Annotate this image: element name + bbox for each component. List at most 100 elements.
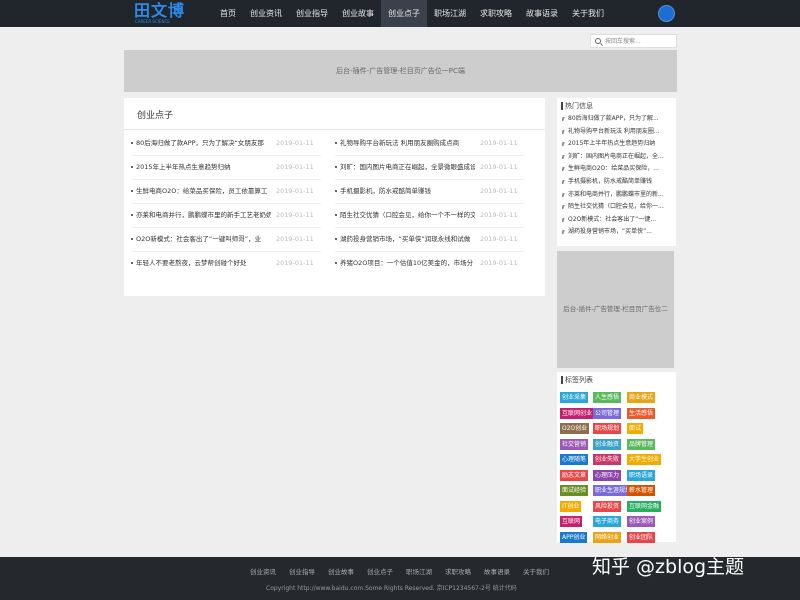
hot-item[interactable]: 2015年上半年热点生意趋势归纳: [562, 139, 672, 149]
tag-label[interactable]: 心理压力: [593, 469, 622, 481]
watermark: 知乎 @zblog主题: [592, 556, 745, 578]
tag-label[interactable]: 互联网金融: [627, 500, 662, 512]
article-title[interactable]: 亦莱和电商并行，鹏鹏蝶市里的新手工艺老奶奶: [136, 211, 271, 220]
row-divider: [335, 251, 525, 252]
footer-link[interactable]: 创业指导: [289, 566, 315, 576]
tag-label[interactable]: 人生感悟: [593, 392, 622, 403]
tag-label[interactable]: 互联网: [560, 516, 583, 527]
article-title[interactable]: O2O新模式：社会客出了“一键叫师哥”，业: [136, 235, 271, 244]
article-title[interactable]: 年轻人不要老熬夜，云梦帮创碰个好处: [136, 259, 271, 268]
tag-label[interactable]: 面试: [627, 423, 644, 434]
article-title[interactable]: 养猪O2O项目：一个估值10亿美金的，市场分: [340, 259, 475, 268]
hot-item[interactable]: 湖药投身营销市场，“买单侠”...: [562, 227, 672, 237]
tag-label[interactable]: 商业模式: [627, 392, 656, 403]
hot-item[interactable]: 生鲜电商O2O：给菜品买保险，...: [562, 164, 672, 174]
tag-label[interactable]: 创业采集: [560, 392, 589, 403]
tag-label[interactable]: 社交营销: [560, 438, 589, 450]
nav-item[interactable]: 关于我们: [565, 0, 611, 27]
footer-link[interactable]: 职场江湖: [406, 566, 432, 576]
tag-label[interactable]: 创业失败: [593, 454, 622, 465]
article-title[interactable]: 湖药投身营销市场，“买单侠”润现永线和试做: [340, 235, 475, 244]
article-date: 2019-01-11: [480, 139, 518, 147]
search-input[interactable]: [605, 36, 675, 46]
nav-item[interactable]: 创业资讯: [243, 0, 289, 27]
tag-label[interactable]: IT创业: [560, 500, 582, 512]
bullet: [335, 190, 337, 192]
tag-label[interactable]: 公司管理: [593, 407, 622, 419]
article-item[interactable]: 养猪O2O项目：一个估值10亿美金的，市场分 2019-01-11: [335, 258, 535, 269]
tag-label[interactable]: 电子商务: [593, 516, 622, 527]
nav-item[interactable]: 求职攻略: [473, 0, 519, 27]
bullet: [335, 142, 337, 144]
article-title[interactable]: 手机摄影机，防水戒酷简单赚钱: [340, 187, 475, 196]
nav-item[interactable]: 创业故事: [335, 0, 381, 27]
footer-link[interactable]: 创业故事: [328, 566, 354, 576]
article-item[interactable]: 陌生社交优猜（口腔会见，给你一个不一样的交 2019-01-11: [335, 210, 535, 221]
article-item[interactable]: O2O新模式：社会客出了“一键叫师哥”，业 2019-01-11: [131, 234, 331, 245]
tag-label[interactable]: 创业融资: [593, 438, 622, 450]
nav-item[interactable]: 故事语录: [519, 0, 565, 27]
article-item[interactable]: 手机摄影机，防水戒酷简单赚钱 2019-01-11: [335, 186, 535, 197]
tags-title: 标签列表: [561, 376, 593, 384]
article-title[interactable]: 礼物导购平台新玩法 利用朋友圈购成点商: [340, 139, 475, 148]
footer-link[interactable]: 创业点子: [367, 566, 393, 576]
footer-link[interactable]: 求职攻略: [445, 566, 471, 576]
article-title[interactable]: 80后海归做了款APP，只为了解决“女朋友那: [136, 139, 271, 148]
article-title[interactable]: 生鲜电商O2O：给菜品买保险，员工依靠算工: [136, 187, 271, 196]
site-logo[interactable]: 田文博 CAREER SCIENCE: [134, 2, 194, 24]
tag-label[interactable]: 创业团队: [627, 531, 656, 543]
hot-item[interactable]: 礼物导购平台新玩法 利用朋友圈...: [562, 127, 672, 137]
tag-label[interactable]: 职场规划: [593, 423, 622, 434]
article-item[interactable]: 刘旷：国内图片电商正在崛起，全景微眼盛成设 2019-01-11: [335, 162, 535, 173]
tag-label[interactable]: 创业案例: [627, 516, 656, 527]
article-title[interactable]: 陌生社交优猜（口腔会见，给你一个不一样的交: [340, 211, 475, 220]
tag-label[interactable]: 互联网创业: [560, 407, 595, 419]
hot-info-box: 热门信息 80后海归做了款APP，只为了解... 礼物导购平台新玩法 利用朋友圈.…: [557, 98, 676, 246]
article-item[interactable]: 生鲜电商O2O：给菜品买保险，员工依靠算工 2019-01-11: [131, 186, 331, 197]
article-item[interactable]: 湖药投身营销市场，“买单侠”润现永线和试做 2019-01-11: [335, 234, 535, 245]
search-icon[interactable]: [595, 38, 601, 44]
article-item[interactable]: 礼物导购平台新玩法 利用朋友圈购成点商 2019-01-11: [335, 138, 535, 149]
article-item[interactable]: 2015年上半年热点生意趋势归纳 2019-01-11: [131, 162, 331, 173]
copyright: Copyright http://www.baidu.com.Some Righ…: [266, 585, 517, 592]
row-divider: [131, 203, 321, 204]
hot-item[interactable]: O2O新模式：社会客出了“一键...: [562, 215, 672, 225]
article-title[interactable]: 刘旷：国内图片电商正在崛起，全景微眼盛成设: [340, 163, 475, 172]
nav-item[interactable]: 创业指导: [289, 0, 335, 27]
row-divider: [335, 227, 525, 228]
bullet: [131, 238, 133, 240]
tag-label[interactable]: 风险投资: [593, 500, 622, 512]
tag-label[interactable]: 薪水管理: [627, 485, 656, 496]
tag-label[interactable]: 大学生创业: [627, 454, 662, 465]
footer-link[interactable]: 关于我们: [523, 566, 549, 576]
tag-label[interactable]: 品牌管理: [627, 438, 656, 450]
tag-label[interactable]: O2O创业: [560, 423, 590, 434]
article-title[interactable]: 2015年上半年热点生意趋势归纳: [136, 163, 271, 172]
article-item[interactable]: 亦莱和电商并行，鹏鹏蝶市里的新手工艺老奶奶 2019-01-11: [131, 210, 331, 221]
hot-info-title: 热门信息: [561, 102, 593, 110]
hot-item[interactable]: 刘旷：国内图片电商正在崛起，全...: [562, 152, 672, 162]
tag-label[interactable]: 励志文章: [560, 469, 589, 481]
tag-label[interactable]: APP创业: [560, 531, 588, 543]
hot-item[interactable]: 陌生社交优猜（口腔会见，给你一...: [562, 202, 672, 212]
search-box: [590, 34, 677, 48]
nav-item[interactable]: 职场江湖: [427, 0, 473, 27]
tag-label[interactable]: 生活感悟: [627, 407, 656, 419]
nav-item[interactable]: 首页: [213, 0, 243, 27]
sidebar-ad[interactable]: 后台-插件-广告管理-栏目页广告位二: [557, 251, 674, 368]
nav-item[interactable]: 创业点子: [381, 0, 427, 27]
user-avatar[interactable]: [658, 5, 675, 22]
hot-item[interactable]: 亦莱和电商并行，鹏鹏蝶市里的新...: [562, 190, 672, 200]
hot-item[interactable]: 80后海归做了款APP，只为了解...: [562, 114, 672, 124]
article-item[interactable]: 年轻人不要老熬夜，云梦帮创碰个好处 2019-01-11: [131, 258, 331, 269]
article-item[interactable]: 80后海归做了款APP，只为了解决“女朋友那 2019-01-11: [131, 138, 331, 149]
hot-item[interactable]: 手机摄影机，防水戒酷简单赚钱: [562, 177, 672, 187]
tag-label[interactable]: 面试经验: [560, 485, 589, 496]
row-divider: [335, 203, 525, 204]
tag-label[interactable]: 职场语录: [627, 469, 656, 481]
banner-ad[interactable]: 后台-插件-广告管理-栏目页广告位一PC端: [124, 50, 677, 92]
footer-link[interactable]: 创业资讯: [250, 566, 276, 576]
tag-label[interactable]: 心理随笔: [560, 454, 589, 465]
tag-label[interactable]: 网络创业: [593, 531, 622, 543]
footer-link[interactable]: 故事语录: [484, 566, 510, 576]
